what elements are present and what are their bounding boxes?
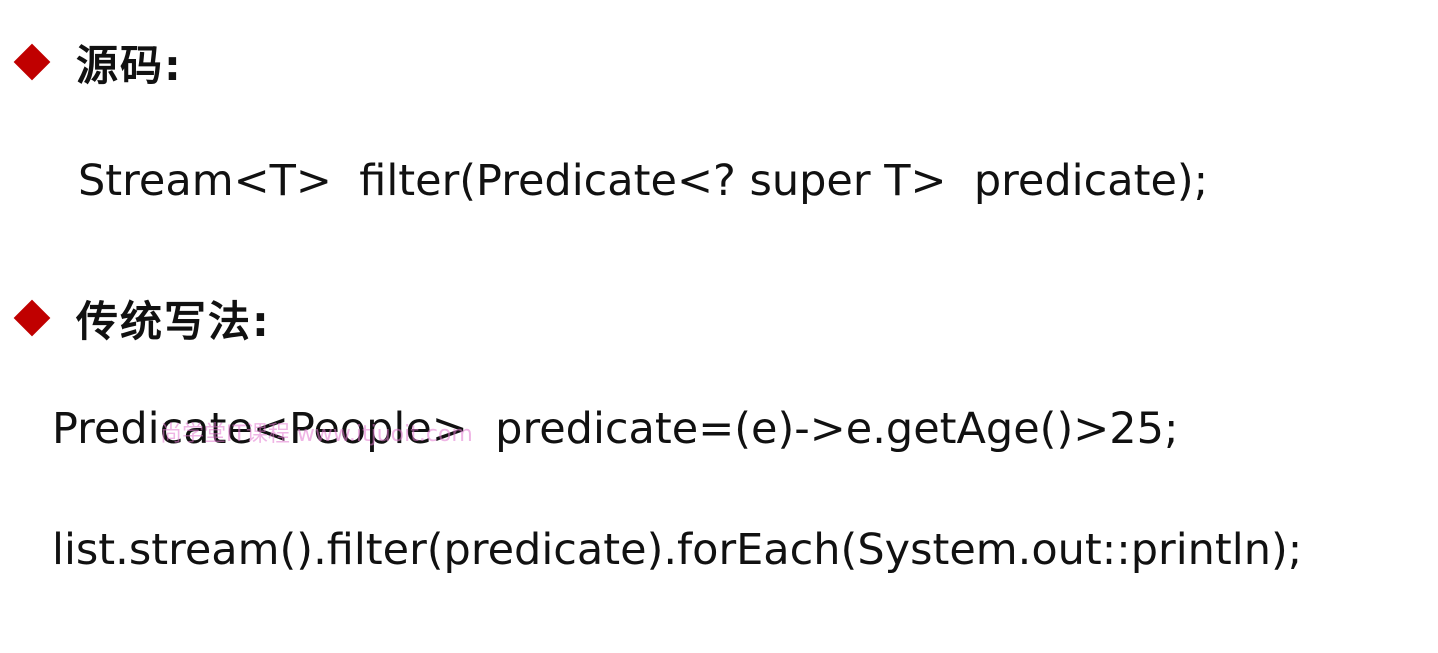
diamond-bullet-icon [13, 43, 51, 81]
code-line-stream-filter: list.stream().filter(predicate).forEach(… [52, 525, 1303, 575]
watermark-text: 尚学堂IT课程 www.itjuoit.com [160, 422, 473, 447]
section-heading-source: 源码: [12, 32, 183, 92]
heading-text: 源码: [76, 40, 183, 90]
code-line-signature: Stream<T> filter(Predicate<? super T> pr… [78, 156, 1209, 206]
diamond-bullet-icon [13, 299, 51, 337]
section-heading-traditional: 传统写法: [12, 288, 271, 348]
heading-text: 传统写法: [76, 296, 271, 346]
